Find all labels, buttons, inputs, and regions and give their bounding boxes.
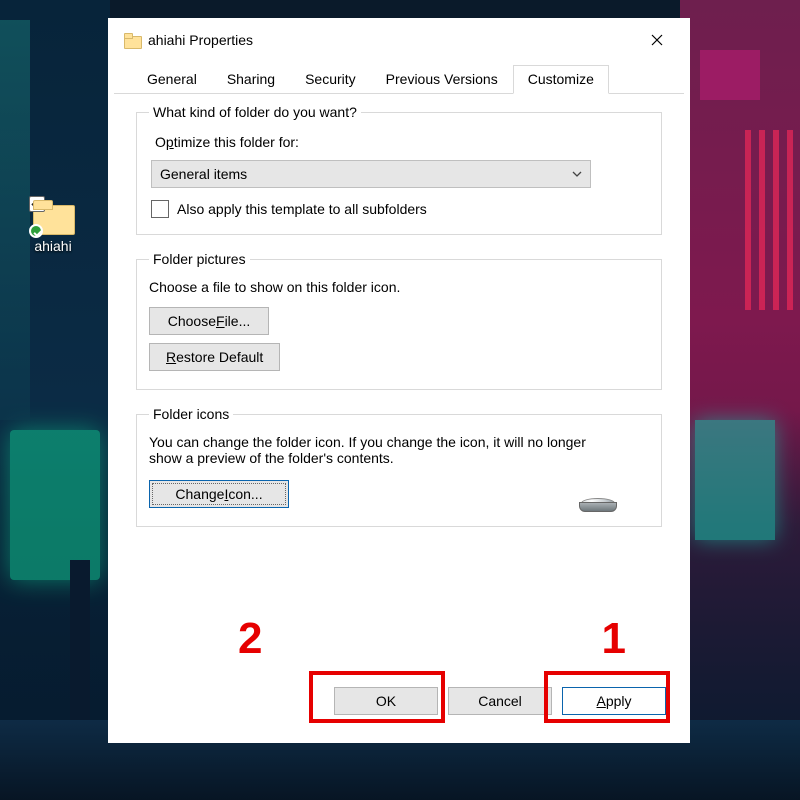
titlebar[interactable]: ahiahi Properties: [114, 24, 684, 56]
tab-label: Security: [305, 71, 356, 87]
restore-default-button[interactable]: Restore Default: [149, 343, 280, 371]
properties-dialog: ahiahi Properties General Sharing Securi…: [114, 24, 684, 737]
tab-label: General: [147, 71, 197, 87]
folder-pictures-description: Choose a file to show on this folder ico…: [149, 279, 649, 295]
combo-value: General items: [160, 166, 572, 182]
disk-drive-icon: [575, 486, 621, 516]
tab-content: What kind of folder do you want? Optimiz…: [114, 94, 684, 547]
checkbox-icon: [151, 200, 169, 218]
sync-status-icon: [29, 224, 43, 238]
tab-strip: General Sharing Security Previous Versio…: [114, 56, 684, 94]
desktop-icon-label: ahiahi: [18, 238, 88, 254]
window-title: ahiahi Properties: [148, 32, 253, 48]
optimize-combo[interactable]: General items: [151, 160, 591, 188]
tab-label: Customize: [528, 71, 594, 87]
change-icon-button[interactable]: Change Icon...: [149, 480, 289, 508]
annotation-box-apply: [544, 671, 670, 723]
annotation-box-ok: [309, 671, 445, 723]
annotation-number-1: 1: [602, 617, 626, 661]
optimize-label: Optimize this folder for:: [155, 134, 649, 150]
tab-previous-versions[interactable]: Previous Versions: [371, 65, 513, 94]
close-button[interactable]: [634, 24, 680, 56]
folder-icon: [31, 200, 75, 234]
close-icon: [651, 34, 663, 46]
chevron-down-icon: [572, 166, 582, 182]
group-legend: Folder pictures: [149, 251, 250, 267]
choose-file-button[interactable]: Choose File...: [149, 307, 269, 335]
apply-to-subfolders-checkbox[interactable]: Also apply this template to all subfolde…: [151, 200, 649, 218]
annotation-number-2: 2: [238, 617, 262, 661]
desktop-folder-icon[interactable]: ahiahi: [18, 200, 88, 254]
tab-sharing[interactable]: Sharing: [212, 65, 290, 94]
tab-security[interactable]: Security: [290, 65, 371, 94]
folder-icon: [124, 33, 140, 47]
group-folder-icons: Folder icons You can change the folder i…: [136, 406, 662, 527]
group-folder-pictures: Folder pictures Choose a file to show on…: [136, 251, 662, 390]
tab-label: Sharing: [227, 71, 275, 87]
group-legend: What kind of folder do you want?: [149, 104, 361, 120]
group-folder-kind: What kind of folder do you want? Optimiz…: [136, 104, 662, 235]
tab-customize[interactable]: Customize: [513, 65, 609, 94]
folder-icons-description: You can change the folder icon. If you c…: [149, 434, 619, 466]
checkbox-label: Also apply this template to all subfolde…: [177, 201, 427, 217]
tab-general[interactable]: General: [132, 65, 212, 94]
tab-label: Previous Versions: [386, 71, 498, 87]
annotation-frame: ahiahi Properties General Sharing Securi…: [108, 18, 690, 743]
selected-checkmark-icon: [29, 196, 45, 212]
cancel-button[interactable]: Cancel: [448, 687, 552, 715]
group-legend: Folder icons: [149, 406, 233, 422]
